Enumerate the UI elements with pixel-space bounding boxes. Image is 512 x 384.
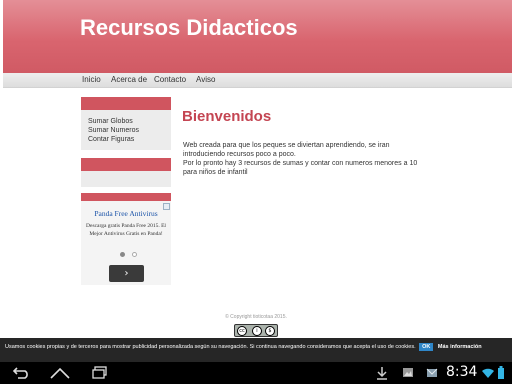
- nav-item-aviso[interactable]: Aviso: [196, 75, 215, 84]
- message-icon: [426, 366, 438, 380]
- ad-title[interactable]: Panda Free Antivirus: [81, 209, 171, 218]
- sidebar-link-sumar-globos[interactable]: Sumar Globos: [88, 117, 171, 126]
- cookie-text: Usamos cookies propias y de terceros par…: [5, 344, 416, 350]
- ad-next-button[interactable]: ›: [109, 265, 144, 282]
- clock: 8:34: [446, 364, 478, 380]
- download-icon: [376, 366, 388, 380]
- site-header: Recursos Didacticos: [3, 0, 512, 73]
- cc-nc-icon: $: [265, 326, 275, 336]
- creative-commons-icon[interactable]: cc i $: [234, 324, 278, 337]
- sidebar-link-sumar-numeros[interactable]: Sumar Numeros: [88, 126, 171, 135]
- image-notification-icon: [402, 366, 414, 380]
- wifi-icon: [482, 366, 494, 380]
- cookie-ok-button[interactable]: OK: [419, 343, 434, 351]
- cookie-more-info-link[interactable]: Más información: [438, 344, 482, 350]
- intro-line: Por lo pronto hay 3 recursos de sumas y …: [183, 160, 418, 167]
- browser-page: Recursos Didacticos Inicio Acerca de Con…: [0, 0, 512, 384]
- intro-text: Web creada para que los peques se divier…: [183, 141, 433, 177]
- cc-by-icon: i: [252, 326, 262, 336]
- site-title[interactable]: Recursos Didacticos: [80, 15, 298, 41]
- cookie-banner: Usamos cookies propias y de terceros par…: [0, 338, 512, 362]
- sidebar-link-contar-figuras[interactable]: Contar Figuras: [88, 135, 171, 144]
- cc-symbol-icon: cc: [237, 326, 247, 336]
- empty-widget: [81, 171, 171, 187]
- android-system-bar: 8:34: [0, 362, 512, 384]
- nav-item-acerca-de[interactable]: Acerca de: [111, 75, 147, 84]
- nav-item-contacto[interactable]: Contacto: [154, 75, 186, 84]
- page-title: Bienvenidos: [182, 108, 272, 125]
- ad-dot-inactive[interactable]: [132, 252, 137, 257]
- ad-widget[interactable]: Panda Free Antivirus Descarga gratis Pan…: [81, 193, 171, 285]
- back-icon[interactable]: [12, 366, 32, 380]
- nav-bar: Inicio Acerca de Contacto Aviso: [3, 73, 512, 88]
- recent-apps-icon[interactable]: [92, 366, 108, 380]
- intro-line: introduciendo recursos poco a poco.: [183, 151, 296, 158]
- ad-description: Descarga gratis Panda Free 2015. El Mejo…: [86, 223, 166, 237]
- ad-dot-active[interactable]: [120, 252, 125, 257]
- cookie-message: Usamos cookies propias y de terceros par…: [5, 343, 510, 351]
- widget-header: [81, 97, 171, 110]
- widget-header: [81, 158, 171, 171]
- battery-icon: [497, 366, 505, 380]
- home-icon[interactable]: [49, 366, 71, 380]
- copyright-text: © Copyright tioticotaa 2015.: [225, 314, 287, 320]
- intro-line: para niños de infantil: [183, 169, 248, 176]
- links-widget: Sumar Globos Sumar Numeros Contar Figura…: [81, 110, 171, 150]
- intro-line: Web creada para que los peques se divier…: [183, 142, 390, 149]
- nav-item-inicio[interactable]: Inicio: [82, 75, 101, 84]
- sidebar: Sumar Globos Sumar Numeros Contar Figura…: [81, 97, 171, 285]
